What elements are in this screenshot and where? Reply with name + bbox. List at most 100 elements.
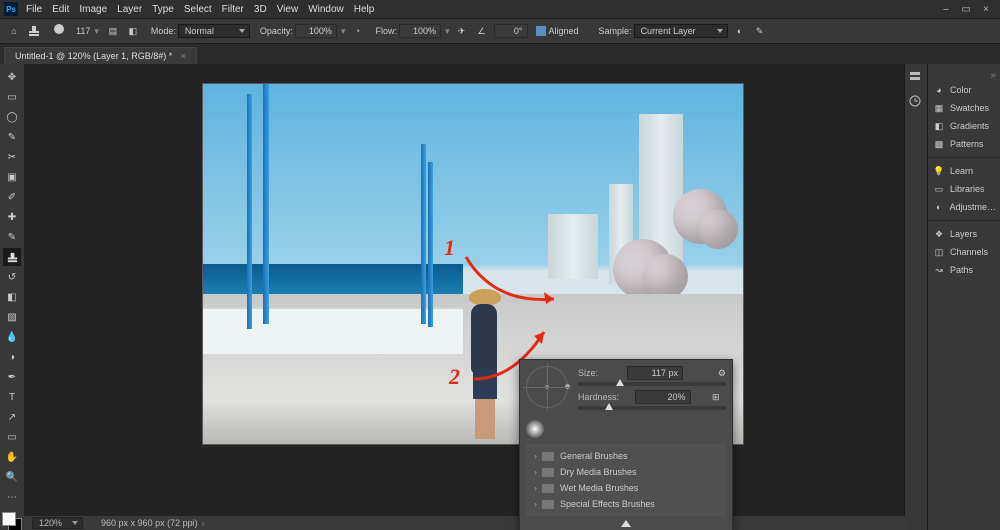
- pen-tool[interactable]: ✒: [3, 368, 21, 386]
- frame-tool[interactable]: ▣: [3, 168, 21, 186]
- panel-channels[interactable]: ◫Channels: [928, 243, 1000, 261]
- image-pole: [421, 144, 426, 324]
- brush-folder-wet[interactable]: ›Wet Media Brushes: [526, 480, 726, 496]
- brush-folder-dry[interactable]: ›Dry Media Brushes: [526, 464, 726, 480]
- flow-label: Flow:: [375, 26, 397, 36]
- panel-paths[interactable]: ↝Paths: [928, 261, 1000, 279]
- history-brush-tool[interactable]: ↺: [3, 268, 21, 286]
- panel-label: Color: [950, 85, 972, 95]
- panel-label: Channels: [950, 247, 988, 257]
- marquee-tool[interactable]: ▭: [3, 88, 21, 106]
- patterns-icon: ▩: [932, 137, 946, 151]
- gradient-tool[interactable]: ▨: [3, 308, 21, 326]
- zoom-level-dropdown[interactable]: 120%: [32, 517, 83, 529]
- aligned-label: Aligned: [549, 26, 579, 36]
- clone-stamp-tool[interactable]: [3, 248, 21, 266]
- menu-image[interactable]: Image: [79, 4, 107, 15]
- image-pole: [428, 162, 433, 327]
- brush-tool[interactable]: ✎: [3, 228, 21, 246]
- window-controls: – ▭ ×: [940, 4, 992, 15]
- menu-filter[interactable]: Filter: [222, 4, 244, 15]
- dodge-tool[interactable]: ◑: [3, 348, 21, 366]
- eyedropper-tool[interactable]: ✐: [3, 188, 21, 206]
- menu-view[interactable]: View: [277, 4, 299, 15]
- document-tab-title: Untitled-1 @ 120% (Layer 1, RGB/8#) *: [15, 51, 172, 61]
- hand-tool[interactable]: ✋: [3, 448, 21, 466]
- panel-swatches[interactable]: ▦Swatches: [928, 99, 1000, 117]
- airbrush-icon[interactable]: ✈: [454, 23, 470, 39]
- menu-3d[interactable]: 3D: [254, 4, 267, 15]
- brush-folder-special[interactable]: ›Special Effects Brushes: [526, 496, 726, 512]
- blur-tool[interactable]: 💧: [3, 328, 21, 346]
- document-tab[interactable]: Untitled-1 @ 120% (Layer 1, RGB/8#) * ×: [4, 47, 197, 64]
- crop-tool[interactable]: ✂: [3, 148, 21, 166]
- shape-tool[interactable]: ▭: [3, 428, 21, 446]
- menu-select[interactable]: Select: [184, 4, 212, 15]
- panel-label: Adjustme…: [949, 202, 996, 212]
- folder-label: Wet Media Brushes: [560, 483, 638, 493]
- panel-patterns[interactable]: ▩Patterns: [928, 135, 1000, 153]
- panel-resize-handle[interactable]: [621, 520, 631, 527]
- flow-value[interactable]: 100%: [399, 24, 441, 38]
- pressure-size-icon[interactable]: ✎: [752, 23, 768, 39]
- opacity-value[interactable]: 100%: [295, 24, 337, 38]
- panel-label: Layers: [950, 229, 977, 239]
- panel-layers[interactable]: ❖ Layers: [928, 225, 1000, 243]
- lasso-tool[interactable]: ◯: [3, 108, 21, 126]
- foreground-color-swatch[interactable]: [2, 512, 16, 526]
- angle-value[interactable]: 0°: [494, 24, 528, 38]
- brush-angle-control[interactable]: [526, 366, 568, 408]
- move-tool[interactable]: ✥: [3, 68, 21, 86]
- brush-hardness-slider[interactable]: [578, 406, 726, 410]
- brush-panel-icon[interactable]: ◧: [125, 23, 141, 39]
- healing-tool[interactable]: ✚: [3, 208, 21, 226]
- path-tool[interactable]: ↗: [3, 408, 21, 426]
- panel-color[interactable]: ◕Color: [928, 81, 1000, 99]
- canvas-area[interactable]: 1 2 Size: 117 px ⚙: [24, 64, 904, 530]
- brush-menu-gear-icon[interactable]: ⚙: [718, 368, 726, 379]
- properties-panel-icon[interactable]: [908, 70, 924, 86]
- tools-panel: ✥ ▭ ◯ ✎ ✂ ▣ ✐ ✚ ✎ ↺ ◧ ▨ 💧 ◑ ✒ T ↗ ▭ ✋ 🔍 …: [0, 64, 24, 530]
- ignore-adjustment-icon[interactable]: ◐: [732, 23, 748, 39]
- history-panel-icon[interactable]: [908, 94, 924, 110]
- angle-icon[interactable]: ∠: [474, 23, 490, 39]
- brush-preset-picker[interactable]: [46, 23, 72, 39]
- panel-libraries[interactable]: ▭Libraries: [928, 180, 1000, 198]
- eraser-tool[interactable]: ◧: [3, 288, 21, 306]
- maximize-button[interactable]: ▭: [960, 4, 972, 15]
- brush-settings-icon[interactable]: ▤: [105, 23, 121, 39]
- stamp-tool-icon[interactable]: [26, 23, 42, 39]
- minimize-button[interactable]: –: [940, 4, 952, 15]
- brush-hardness-input[interactable]: 20%: [635, 390, 691, 404]
- brush-size-input[interactable]: 117 px: [627, 366, 683, 380]
- panel-learn[interactable]: 💡Learn: [928, 162, 1000, 180]
- zoom-tool[interactable]: 🔍: [3, 468, 21, 486]
- menu-edit[interactable]: Edit: [52, 4, 69, 15]
- menu-layer[interactable]: Layer: [117, 4, 142, 15]
- panel-gradients[interactable]: ◧Gradients: [928, 117, 1000, 135]
- collapse-panels-icon[interactable]: »: [928, 70, 1000, 81]
- close-tab-icon[interactable]: ×: [181, 51, 186, 61]
- panel-adjustments[interactable]: ◐Adjustme…: [928, 198, 1000, 216]
- quick-select-tool[interactable]: ✎: [3, 128, 21, 146]
- menu-file[interactable]: File: [26, 4, 42, 15]
- new-brush-icon[interactable]: ⊞: [712, 392, 726, 403]
- pressure-opacity-icon[interactable]: ◔: [349, 23, 365, 39]
- type-tool[interactable]: T: [3, 388, 21, 406]
- sample-dropdown[interactable]: Current Layer: [634, 24, 728, 38]
- swatches-icon: ▦: [932, 101, 946, 115]
- menu-window[interactable]: Window: [308, 4, 344, 15]
- color-swatches[interactable]: [2, 512, 22, 530]
- brush-hardness-label: Hardness:: [578, 392, 619, 402]
- image-sculpture: [613, 179, 733, 309]
- brush-folder-general[interactable]: ›General Brushes: [526, 448, 726, 464]
- more-tools[interactable]: ⋯: [3, 488, 21, 506]
- menu-type[interactable]: Type: [152, 4, 174, 15]
- brush-size-slider[interactable]: [578, 382, 726, 386]
- mode-dropdown[interactable]: Normal: [178, 24, 250, 38]
- layers-icon: ❖: [932, 227, 946, 241]
- menu-help[interactable]: Help: [354, 4, 375, 15]
- home-icon[interactable]: ⌂: [6, 23, 22, 39]
- aligned-checkbox[interactable]: [536, 26, 546, 36]
- close-button[interactable]: ×: [980, 4, 992, 15]
